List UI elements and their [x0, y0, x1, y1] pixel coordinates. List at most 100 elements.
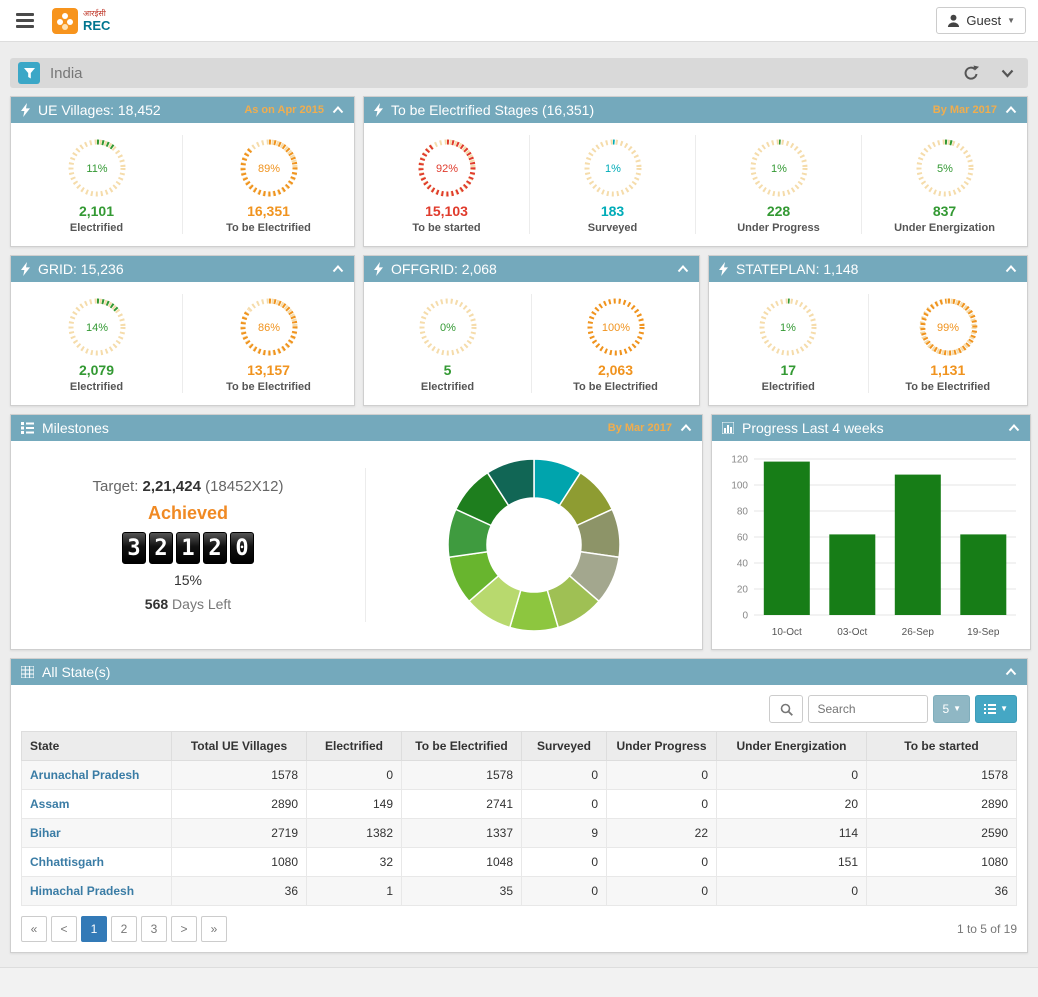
- collapse-panel-button[interactable]: [1005, 265, 1017, 273]
- state-link[interactable]: Himachal Pradesh: [22, 877, 172, 906]
- search-input[interactable]: [808, 695, 928, 723]
- gauge-percent: 1%: [771, 163, 787, 175]
- table-cell: 1337: [402, 819, 522, 848]
- column-header-surveyed[interactable]: Surveyed: [522, 732, 607, 761]
- rec-logo-icon: [52, 8, 78, 34]
- gauge-label: To be Electrified: [226, 381, 311, 393]
- gauge-label: Electrified: [421, 381, 474, 393]
- gauge-label: Electrified: [70, 381, 123, 393]
- table-cell: 0: [717, 877, 867, 906]
- row-ue-and-stages: UE Villages: 18,452 As on Apr 2015 11% 2…: [10, 96, 1028, 247]
- page-button-«[interactable]: «: [21, 916, 47, 942]
- collapse-panel-button[interactable]: [332, 106, 344, 114]
- gauge-dial: 14%: [64, 294, 130, 360]
- gauge-value: 2,063: [598, 362, 633, 378]
- column-header-to-be-electrified[interactable]: To be Electrified: [402, 732, 522, 761]
- svg-text:80: 80: [737, 507, 749, 518]
- panel-title: Milestones: [42, 420, 109, 436]
- chevron-up-icon: [677, 265, 689, 273]
- gauge-percent: 1%: [605, 163, 621, 175]
- table-cell: 2890: [867, 790, 1017, 819]
- gauge-label: Under Progress: [737, 222, 820, 234]
- milestones-summary: Target: 2,21,424 (18452X12) Achieved 321…: [11, 468, 366, 622]
- collapse-panel-button[interactable]: [1005, 106, 1017, 114]
- user-label: Guest: [966, 13, 1001, 28]
- panel-title: To be Electrified Stages (16,351): [391, 102, 594, 118]
- bar-chart-svg: 02040608010012010-Oct03-Oct26-Sep19-Sep: [718, 449, 1024, 645]
- collapse-all-button[interactable]: [995, 69, 1020, 78]
- dashboard-page: India UE Villages: 18,452 As on Apr 2015: [0, 58, 1038, 953]
- gauge-label: Surveyed: [588, 222, 638, 234]
- page-button-<[interactable]: <: [51, 916, 77, 942]
- collapse-panel-button[interactable]: [1005, 668, 1017, 676]
- panel-header: To be Electrified Stages (16,351) By Mar…: [364, 97, 1027, 123]
- filter-button[interactable]: [18, 62, 40, 84]
- table-cell: 1382: [307, 819, 402, 848]
- gauge-to-be-electrified: 86% 13,157 To be Electrified: [183, 294, 354, 393]
- column-header-state[interactable]: State: [22, 732, 172, 761]
- achieved-label: Achieved: [11, 503, 365, 524]
- gauge-electrified: 11% 2,101 Electrified: [11, 135, 183, 234]
- page-button-1[interactable]: 1: [81, 916, 107, 942]
- filter-bar: India: [10, 58, 1028, 88]
- rec-logo[interactable]: आरईसी REC: [52, 8, 110, 34]
- table-cell: 20: [717, 790, 867, 819]
- state-link[interactable]: Arunachal Pradesh: [22, 761, 172, 790]
- panel-all-states: All State(s) 5 ▼: [10, 658, 1028, 953]
- page-button->[interactable]: >: [171, 916, 197, 942]
- state-link[interactable]: Bihar: [22, 819, 172, 848]
- column-header-electrified[interactable]: Electrified: [307, 732, 402, 761]
- gauge-to-be-electrified: 99% 1,131 To be Electrified: [869, 294, 1028, 393]
- offgrid-gauges: 0% 5 Electrified 100% 2,063 To be Electr…: [364, 282, 699, 405]
- chevron-up-icon: [1005, 265, 1017, 273]
- gauge-label: To be Electrified: [573, 381, 658, 393]
- odometer-digit: 2: [149, 532, 173, 564]
- collapse-panel-button[interactable]: [332, 265, 344, 273]
- table-cell: 1048: [402, 848, 522, 877]
- page-button-2[interactable]: 2: [111, 916, 137, 942]
- columns-button[interactable]: ▼: [975, 695, 1017, 723]
- funnel-icon: [24, 68, 35, 79]
- gauge-percent: 99%: [937, 322, 959, 334]
- gauge-dial: 92%: [414, 135, 480, 201]
- refresh-button[interactable]: [957, 65, 985, 81]
- page-size-button[interactable]: 5 ▼: [933, 695, 970, 723]
- search-button[interactable]: [769, 695, 803, 723]
- collapse-panel-button[interactable]: [1008, 424, 1020, 432]
- user-menu-button[interactable]: Guest ▼: [936, 7, 1026, 34]
- page-button-3[interactable]: 3: [141, 916, 167, 942]
- svg-text:03-Oct: 03-Oct: [837, 627, 867, 638]
- stages-gauges: 92% 15,103 To be started 1% 183 Surveyed…: [364, 123, 1027, 246]
- page-button-»[interactable]: »: [201, 916, 227, 942]
- states-table-head: StateTotal UE VillagesElectrifiedTo be E…: [22, 732, 1017, 761]
- gauge-label: To be Electrified: [905, 381, 990, 393]
- collapse-panel-button[interactable]: [677, 265, 689, 273]
- state-link[interactable]: Chhattisgarh: [22, 848, 172, 877]
- hamburger-menu-icon[interactable]: [12, 9, 38, 32]
- table-cell: 0: [307, 761, 402, 790]
- column-header-to-be-started[interactable]: To be started: [867, 732, 1017, 761]
- row-grid-offgrid-stateplan: GRID: 15,236 14% 2,079 Electrified 86% 1…: [10, 255, 1028, 406]
- column-header-under-energization[interactable]: Under Energization: [717, 732, 867, 761]
- gauge-dial: 1%: [755, 294, 821, 360]
- table-cell: 0: [607, 877, 717, 906]
- table-row: Arunachal Pradesh1578015780001578: [22, 761, 1017, 790]
- column-header-total-ue-villages[interactable]: Total UE Villages: [172, 732, 307, 761]
- chevron-down-icon: [1001, 69, 1014, 78]
- chevron-up-icon: [1005, 106, 1017, 114]
- days-left-label: Days Left: [172, 596, 231, 612]
- column-header-under-progress[interactable]: Under Progress: [607, 732, 717, 761]
- state-link[interactable]: Assam: [22, 790, 172, 819]
- bolt-icon: [21, 103, 30, 117]
- table-cell: 151: [717, 848, 867, 877]
- table-cell: 1: [307, 877, 402, 906]
- row-all-states: All State(s) 5 ▼: [10, 658, 1028, 953]
- states-table: StateTotal UE VillagesElectrifiedTo be E…: [21, 731, 1017, 906]
- collapse-panel-button[interactable]: [680, 424, 692, 432]
- chevron-up-icon: [332, 265, 344, 273]
- gauge-value: 228: [767, 203, 790, 219]
- table-cell: 2890: [172, 790, 307, 819]
- gauge-dial: 5%: [912, 135, 978, 201]
- svg-text:60: 60: [737, 533, 749, 544]
- caret-down-icon: ▼: [1007, 17, 1015, 25]
